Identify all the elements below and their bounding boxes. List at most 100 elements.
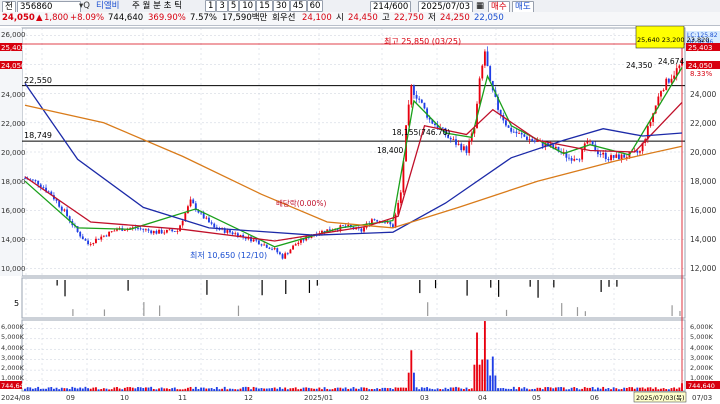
volume-bar [444, 387, 447, 391]
volume-bar [131, 387, 134, 391]
minute-10[interactable]: 10 [239, 0, 257, 12]
x-tick: 10 [120, 394, 129, 402]
volume-bar [399, 387, 402, 391]
volume-bar [342, 388, 344, 391]
candle-body [660, 91, 662, 97]
volume-bar [229, 388, 231, 391]
volume-bar [670, 388, 673, 391]
signal-bar [434, 280, 437, 289]
volume-bar [34, 388, 37, 391]
tab-week[interactable]: 주 [132, 1, 140, 11]
signal-bar [616, 280, 618, 287]
volume-bar [667, 389, 670, 391]
mid-annotation: 18,155(746.70) [392, 128, 450, 137]
signal-bar [237, 305, 240, 316]
volume-bar [473, 364, 476, 391]
volume-bar [497, 388, 499, 391]
signal-bar [285, 280, 287, 295]
candle-body [58, 200, 61, 207]
volume-bar [118, 388, 121, 391]
tab-minute[interactable]: 분 [153, 1, 161, 11]
signal-bar [576, 307, 579, 316]
minute-60[interactable]: 60 [306, 0, 324, 12]
candle-body [418, 98, 421, 100]
candle-body [523, 134, 526, 137]
volume-bar [281, 388, 284, 391]
minute-30[interactable]: 30 [272, 0, 290, 12]
volume-bar [302, 387, 305, 391]
candle-body [200, 212, 203, 214]
candle-body [504, 120, 507, 126]
volume-bar [97, 389, 100, 391]
candle-body [37, 180, 40, 185]
candle-body [602, 152, 605, 155]
volume-bar [578, 389, 581, 391]
volume-bar [486, 359, 489, 391]
x-tick: 02 [360, 394, 369, 402]
minute-5[interactable]: 5 [227, 0, 240, 12]
minute-3[interactable]: 3 [216, 0, 228, 12]
candle-body [510, 127, 513, 132]
volume-bar [47, 387, 50, 391]
volume-bar [562, 387, 565, 391]
volume-bar [413, 372, 415, 391]
volume-bar [349, 388, 352, 391]
volume-tick: 4,000K [1, 344, 25, 352]
candle-body [294, 244, 297, 246]
high-annotation: 최고 25,850 (03/25) [384, 36, 461, 46]
candle-body [289, 249, 292, 254]
signal-bar [553, 280, 555, 288]
volume-bar [29, 387, 32, 391]
volume-bar [278, 387, 281, 391]
volume-bar [84, 386, 87, 391]
signal-bar [608, 280, 610, 287]
minute-45[interactable]: 45 [289, 0, 307, 12]
tab-tick[interactable]: 틱 [174, 1, 182, 11]
candle-body [273, 248, 276, 250]
candle-body [144, 229, 147, 231]
volume-bar [37, 386, 40, 391]
price-tick: 16,000 [1, 207, 26, 215]
tab-month[interactable]: 월 [143, 1, 151, 11]
volume-bar [326, 388, 329, 391]
volume-bar [575, 388, 578, 391]
candle-body [617, 154, 620, 160]
volume-bar [60, 387, 63, 391]
price-tick: 24,000 [1, 91, 26, 99]
candle-body [155, 230, 158, 234]
volume-bar [76, 388, 79, 391]
volume-bar [536, 387, 539, 391]
candle-body [160, 229, 163, 234]
candle-body [163, 232, 166, 234]
price-tick: 22,000 [1, 120, 26, 128]
tab-second[interactable]: 초 [164, 1, 172, 11]
calendar-icon[interactable]: ▦ [476, 1, 484, 11]
volume-bar [142, 387, 145, 391]
volume-bar [481, 359, 484, 391]
volume-bar [218, 389, 221, 391]
minute-1[interactable]: 1 [205, 0, 217, 12]
volume-bar [252, 386, 255, 391]
volume-bar [63, 388, 66, 391]
candle-body [363, 227, 365, 232]
candle-body [92, 243, 95, 245]
volume-bar [250, 389, 252, 391]
volume-bar [489, 375, 492, 391]
candle-body [97, 238, 100, 240]
volume-tick: 4,000K [690, 344, 714, 352]
candle-body [265, 244, 268, 248]
candle-body [100, 236, 103, 240]
signal-bar [72, 309, 74, 316]
price-tick: 16,000 [690, 206, 716, 215]
volume-ratio: 369.90% [148, 13, 186, 23]
volume-bar [644, 388, 647, 391]
volume-bar [389, 388, 392, 391]
stock-chart[interactable]: 26,000 24,000 22,000 20,000 18,000 16,00… [0, 26, 720, 404]
volume-bar [384, 387, 386, 391]
search-icon[interactable]: ▾Q [79, 1, 90, 11]
volume-bar [507, 388, 510, 391]
minute-15[interactable]: 15 [256, 0, 273, 12]
volume-bar [265, 388, 268, 391]
volume-bar [87, 388, 90, 391]
volume-bar [531, 389, 534, 391]
